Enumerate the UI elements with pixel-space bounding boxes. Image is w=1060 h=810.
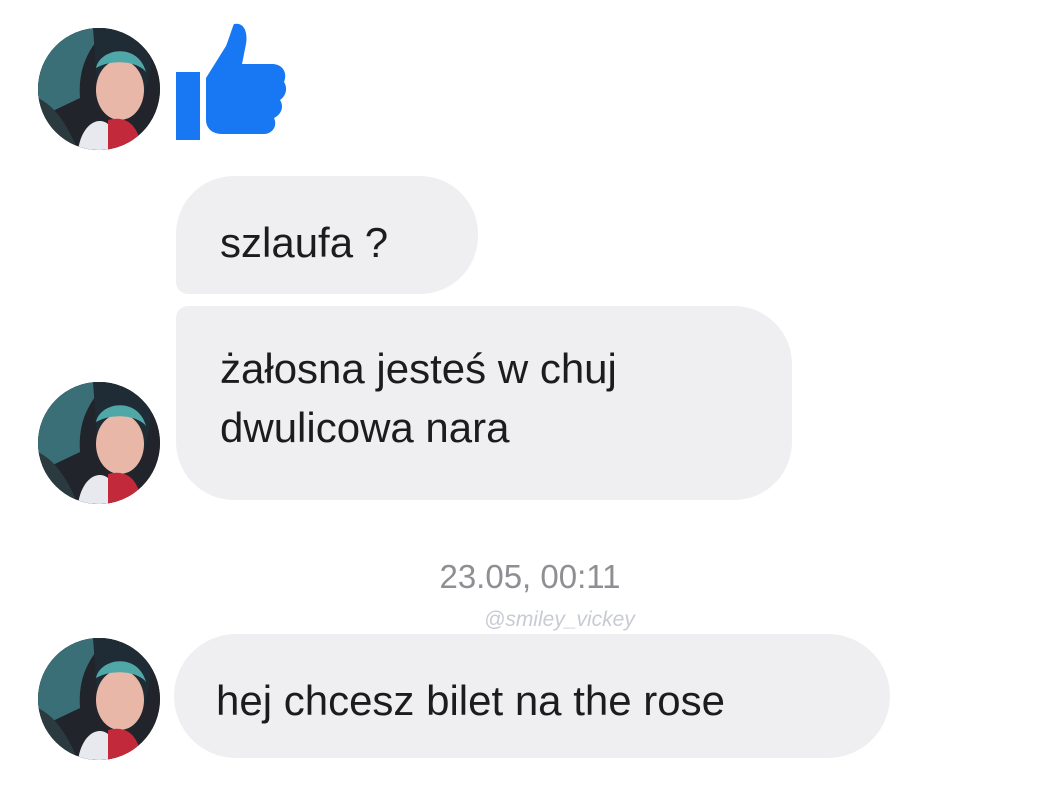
message-bubble[interactable]: hej chcesz bilet na the rose — [174, 634, 890, 758]
message-bubble[interactable]: szlaufa ? — [176, 176, 478, 294]
message-text-line: dwulicowa nara — [220, 403, 510, 451]
message-text-line: żałosna jesteś w chuj — [220, 345, 617, 392]
timestamp: 23.05, 00:11 — [439, 558, 621, 595]
avatar-photo — [38, 28, 160, 150]
avatar-photo — [38, 638, 160, 760]
sender-avatar[interactable] — [38, 28, 160, 150]
thumbs-up-icon — [160, 16, 294, 154]
sender-avatar[interactable] — [38, 382, 160, 504]
message-bubble[interactable]: żałosna jesteś w chuj dwulicowa nara — [176, 306, 792, 500]
avatar-photo — [38, 382, 160, 504]
message-text: szlaufa ? — [220, 219, 389, 266]
sender-avatar[interactable] — [38, 638, 160, 760]
message-text: hej chcesz bilet na the rose — [216, 677, 725, 724]
watermark: @smiley_vickey — [484, 608, 635, 631]
